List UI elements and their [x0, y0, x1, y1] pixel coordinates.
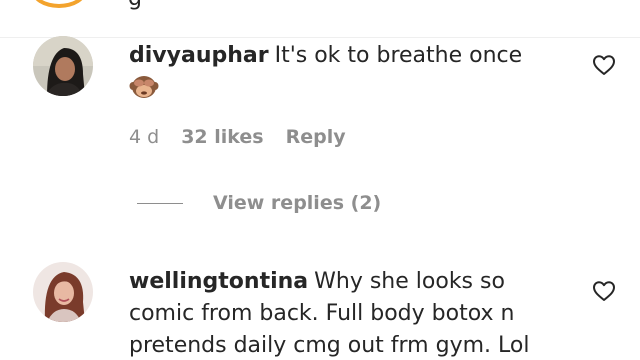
like-heart-icon[interactable]	[592, 280, 616, 302]
commenter-avatar[interactable]	[33, 36, 93, 96]
view-replies-line	[137, 202, 183, 204]
comment-text: It's ok to breathe once	[274, 43, 523, 68]
view-replies-button[interactable]: View replies (2)	[137, 192, 381, 214]
comment-body: divyauphar It's ok to breathe once	[129, 40, 559, 106]
comment-timestamp[interactable]: 4 d	[129, 126, 159, 148]
comment-body: wellingtontina Why she looks so comic fro…	[129, 266, 559, 360]
previous-comment-text: g	[128, 0, 142, 11]
comment-likes-count[interactable]: 32 likes	[181, 126, 263, 148]
avatar-woman-red-hair-icon	[33, 262, 93, 322]
previous-comment-avatar[interactable]	[31, 0, 87, 8]
comment-username[interactable]: wellingtontina	[129, 269, 308, 294]
divider	[0, 37, 640, 38]
comments-panel: g divyaupharIt's ok to breathe once	[0, 0, 640, 360]
view-replies-label: View replies (2)	[213, 192, 382, 214]
reply-button[interactable]: Reply	[286, 126, 346, 148]
comment-meta: 4 d 32 likes Reply	[129, 126, 346, 148]
avatar-woman-dark-hair-icon	[33, 36, 93, 96]
like-heart-icon[interactable]	[592, 54, 616, 76]
comment-username[interactable]: divyauphar	[129, 43, 269, 68]
see-no-evil-monkey-icon	[129, 72, 159, 100]
commenter-avatar[interactable]	[33, 262, 93, 322]
